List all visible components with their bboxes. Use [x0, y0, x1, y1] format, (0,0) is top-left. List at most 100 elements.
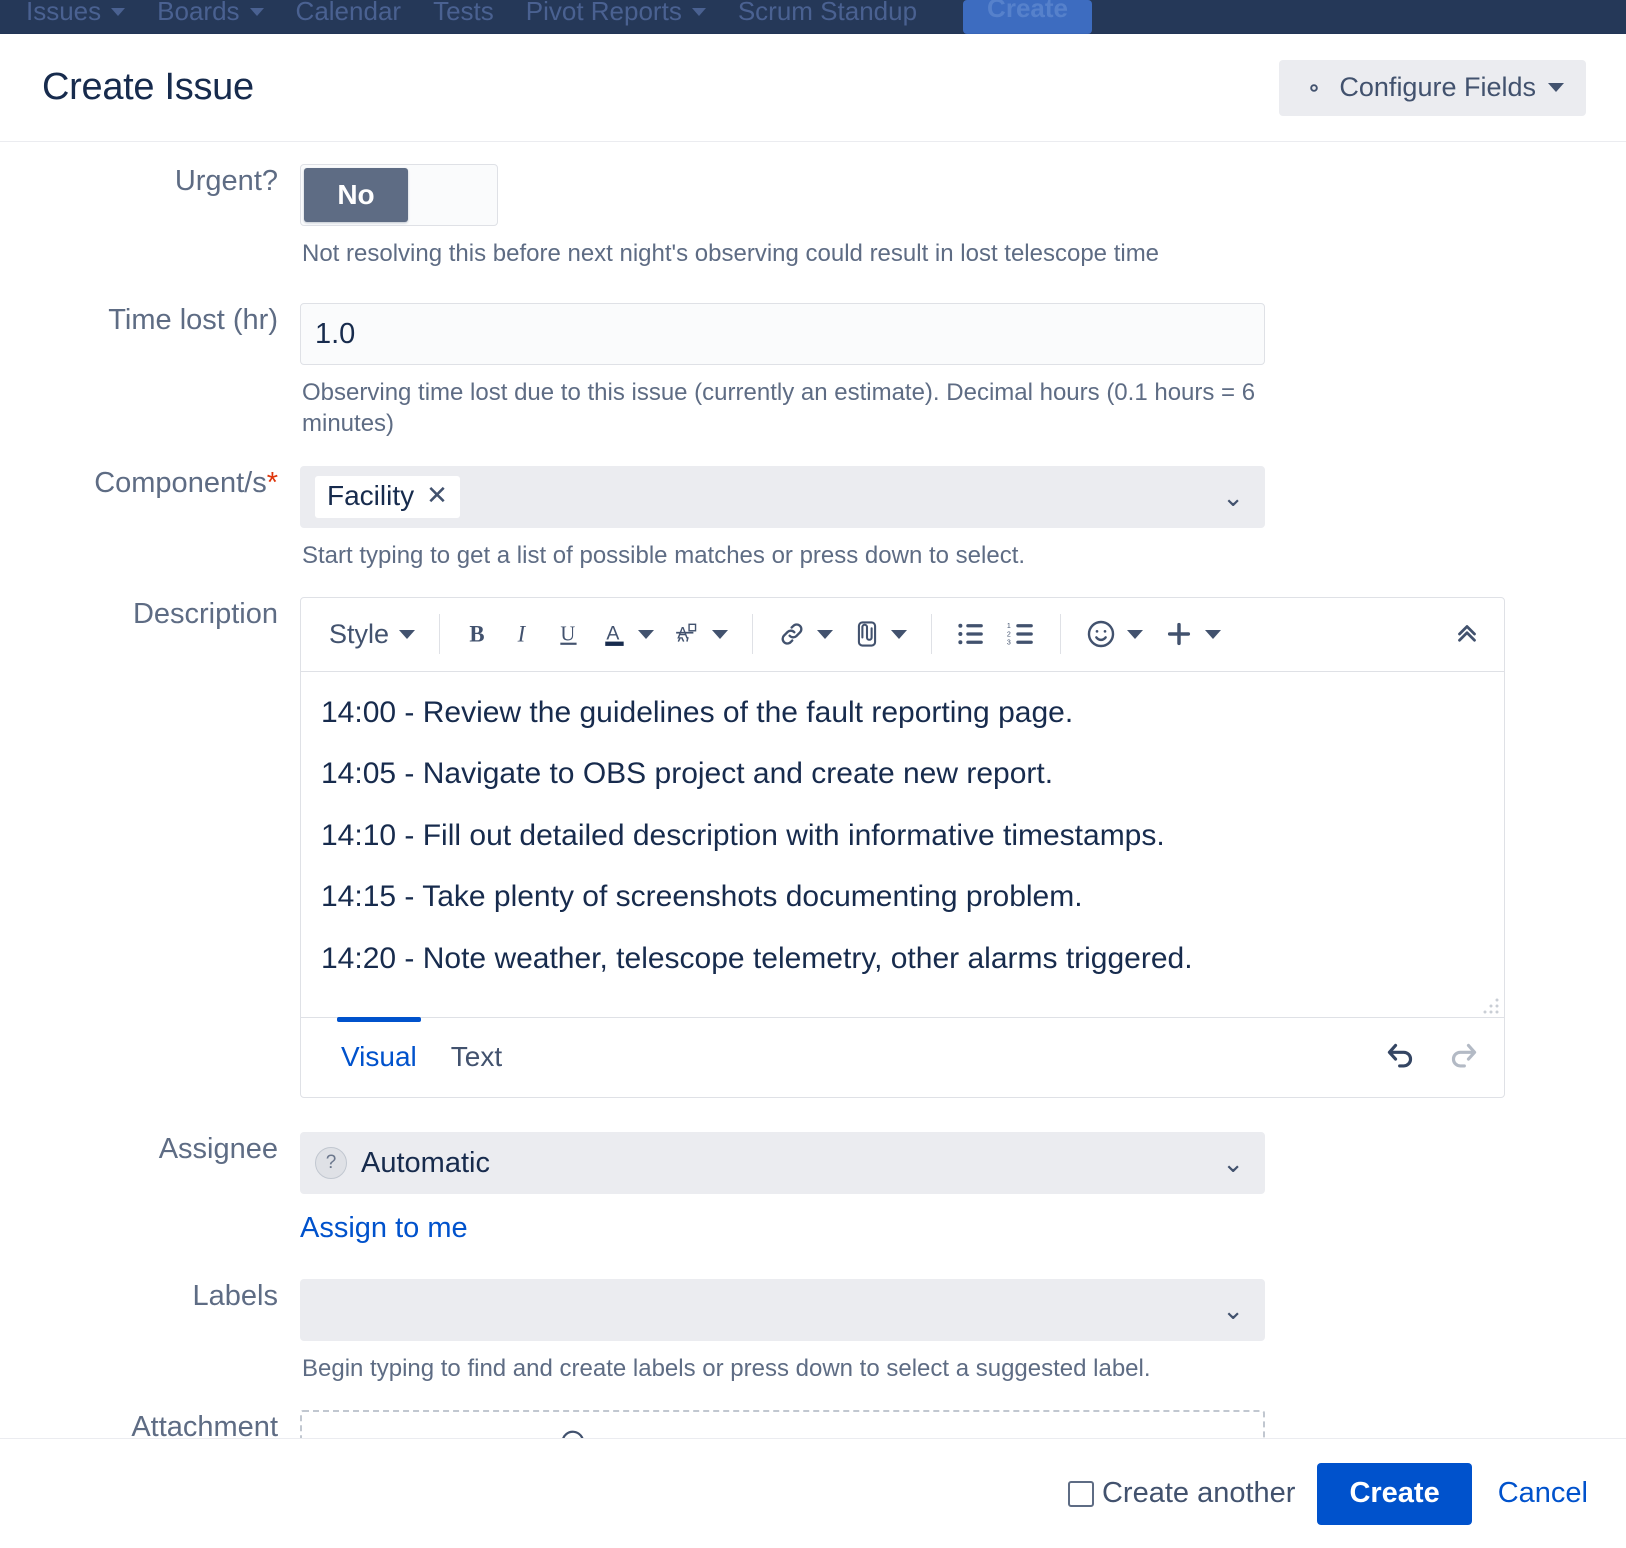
components-help-text: Start typing to get a list of possible m…	[302, 541, 1026, 569]
collapse-toolbar-button[interactable]	[1452, 617, 1482, 652]
nav-item-scrum-standup[interactable]: Scrum Standup	[738, 0, 935, 34]
time-lost-help-text: Observing time lost due to this issue (c…	[302, 379, 1256, 438]
nav-item-boards[interactable]: Boards	[157, 0, 281, 34]
checkbox-box[interactable]	[1067, 1480, 1094, 1507]
link-icon	[777, 620, 807, 648]
nav-create-button[interactable]: Create	[963, 0, 1092, 34]
description-text-area[interactable]: 14:00 - Review the guidelines of the fau…	[301, 672, 1504, 1018]
plus-icon	[1163, 618, 1195, 650]
configure-fields-button[interactable]: Configure Fields	[1279, 59, 1586, 116]
unassigned-avatar-icon: ?	[315, 1147, 347, 1180]
chevron-down-icon: ⌄	[1222, 481, 1244, 512]
assignee-value: Automatic	[361, 1146, 490, 1179]
toolbar-divider	[439, 614, 441, 655]
chevron-down-icon	[691, 8, 706, 16]
bold-button[interactable]: B	[454, 614, 500, 654]
urgent-toggle[interactable]: No	[300, 164, 498, 226]
gear-icon	[1301, 75, 1327, 101]
svg-text:A: A	[606, 623, 619, 645]
svg-text:B: B	[469, 622, 484, 647]
nav-item-calendar[interactable]: Calendar	[296, 0, 420, 34]
chevron-down-icon	[817, 629, 834, 639]
text-color-button[interactable]: A	[592, 613, 664, 655]
chevron-down-icon	[891, 629, 908, 639]
nav-item-tests[interactable]: Tests	[433, 0, 512, 34]
undo-redo-group	[1384, 1040, 1480, 1075]
dialog-header: Create Issue Configure Fields	[0, 34, 1626, 142]
description-line: 14:00 - Review the guidelines of the fau…	[321, 695, 1074, 729]
chevron-down-icon	[638, 629, 655, 639]
labels-select[interactable]: ⌄	[300, 1279, 1265, 1342]
time-lost-label: Time lost (hr)	[108, 304, 278, 337]
tab-visual[interactable]: Visual	[337, 1017, 421, 1097]
description-editor: Style B I U A 1 2 3 14:00 - Review the g…	[300, 596, 1505, 1099]
underline-button[interactable]: U	[546, 614, 592, 654]
chevron-down-icon: ⌄	[1222, 1148, 1244, 1179]
bullet-list-button[interactable]	[946, 615, 996, 653]
nav-item-issues[interactable]: Issues	[26, 0, 143, 34]
svg-text:I: I	[517, 622, 527, 647]
nav-item-label: Calendar	[295, 0, 402, 26]
field-row-description: Description Style B I U A 1 2 3 14:00 - …	[0, 596, 1626, 1099]
create-another-checkbox[interactable]: Create another	[1067, 1477, 1296, 1510]
top-navigation-bar: Issues Boards Calendar Tests Pivot Repor…	[0, 0, 1626, 34]
create-issue-dialog: Create Issue Configure Fields Urgent? No…	[0, 34, 1626, 1548]
insert-more-button[interactable]	[1153, 612, 1231, 656]
toolbar-divider	[752, 614, 754, 655]
svg-text:U: U	[560, 624, 575, 646]
component-chip[interactable]: Facility ✕	[315, 475, 460, 518]
svg-text:3: 3	[1007, 639, 1011, 647]
close-icon[interactable]: ✕	[426, 480, 448, 511]
chevron-down-icon	[1127, 629, 1144, 639]
tab-text[interactable]: Text	[451, 1018, 502, 1097]
style-dropdown-label: Style	[329, 618, 390, 649]
bullet-list-icon	[956, 621, 986, 647]
bold-icon: B	[464, 620, 490, 648]
attachment-browse-link[interactable]: browse.	[913, 1435, 1015, 1438]
field-row-assignee: Assignee ? Automatic ⌄ Assign to me	[0, 1132, 1626, 1245]
field-row-labels: Labels ⌄ Begin typing to find and create…	[0, 1279, 1626, 1384]
style-dropdown[interactable]: Style	[319, 613, 425, 656]
nav-item-pivot-reports[interactable]: Pivot Reports	[526, 0, 724, 34]
component-chip-label: Facility	[327, 479, 415, 511]
assignee-select[interactable]: ? Automatic ⌄	[300, 1132, 1265, 1195]
field-row-attachment: Attachment Drop files to attach, or brow…	[0, 1410, 1626, 1438]
create-issue-form: Urgent? No Not resolving this before nex…	[0, 142, 1626, 1438]
numbered-list-button[interactable]: 1 2 3	[996, 615, 1046, 653]
attachment-button[interactable]	[843, 613, 917, 655]
assign-to-me-link[interactable]: Assign to me	[300, 1212, 468, 1244]
nav-items: Issues Boards Calendar Tests Pivot Repor…	[0, 0, 1626, 34]
nav-item-label: Issues	[26, 0, 102, 26]
dialog-footer: Create another Create Cancel	[0, 1438, 1626, 1548]
text-background-color-icon: A	[674, 619, 702, 649]
link-button[interactable]	[767, 614, 843, 654]
labels-label: Labels	[192, 1280, 278, 1313]
components-select[interactable]: Facility ✕ ⌄	[300, 465, 1265, 528]
resize-grip-icon[interactable]	[1482, 997, 1500, 1015]
attachment-label: Attachment	[131, 1411, 278, 1438]
italic-button[interactable]: I	[500, 614, 546, 654]
chevron-down-icon	[399, 629, 416, 639]
cancel-button[interactable]: Cancel	[1498, 1477, 1588, 1510]
undo-icon[interactable]	[1384, 1040, 1418, 1075]
text-background-color-button[interactable]: A	[664, 613, 738, 655]
assignee-label: Assignee	[158, 1133, 278, 1166]
italic-icon: I	[510, 620, 536, 648]
cloud-upload-icon	[551, 1429, 597, 1438]
urgent-help-text: Not resolving this before next night's o…	[302, 240, 1160, 267]
description-line: 14:10 - Fill out detailed description wi…	[321, 818, 1165, 852]
field-row-components: Component/s* Facility ✕ ⌄ Start typing t…	[0, 465, 1626, 571]
underline-icon: U	[556, 620, 582, 648]
time-lost-input[interactable]	[300, 303, 1265, 366]
urgent-label: Urgent?	[174, 165, 278, 197]
chevron-down-icon	[111, 8, 126, 16]
emoji-button[interactable]	[1075, 612, 1153, 656]
emoji-icon	[1085, 618, 1117, 650]
chevron-double-up-icon	[1452, 625, 1482, 651]
create-another-label: Create another	[1101, 1477, 1296, 1509]
attachment-dropzone[interactable]: Drop files to attach, or browse.	[300, 1410, 1265, 1438]
page-title: Create Issue	[42, 66, 254, 108]
field-row-time-lost: Time lost (hr) Observing time lost due t…	[0, 303, 1626, 439]
description-line: 14:20 - Note weather, telescope telemetr…	[321, 941, 1193, 975]
create-button[interactable]: Create	[1317, 1462, 1472, 1525]
